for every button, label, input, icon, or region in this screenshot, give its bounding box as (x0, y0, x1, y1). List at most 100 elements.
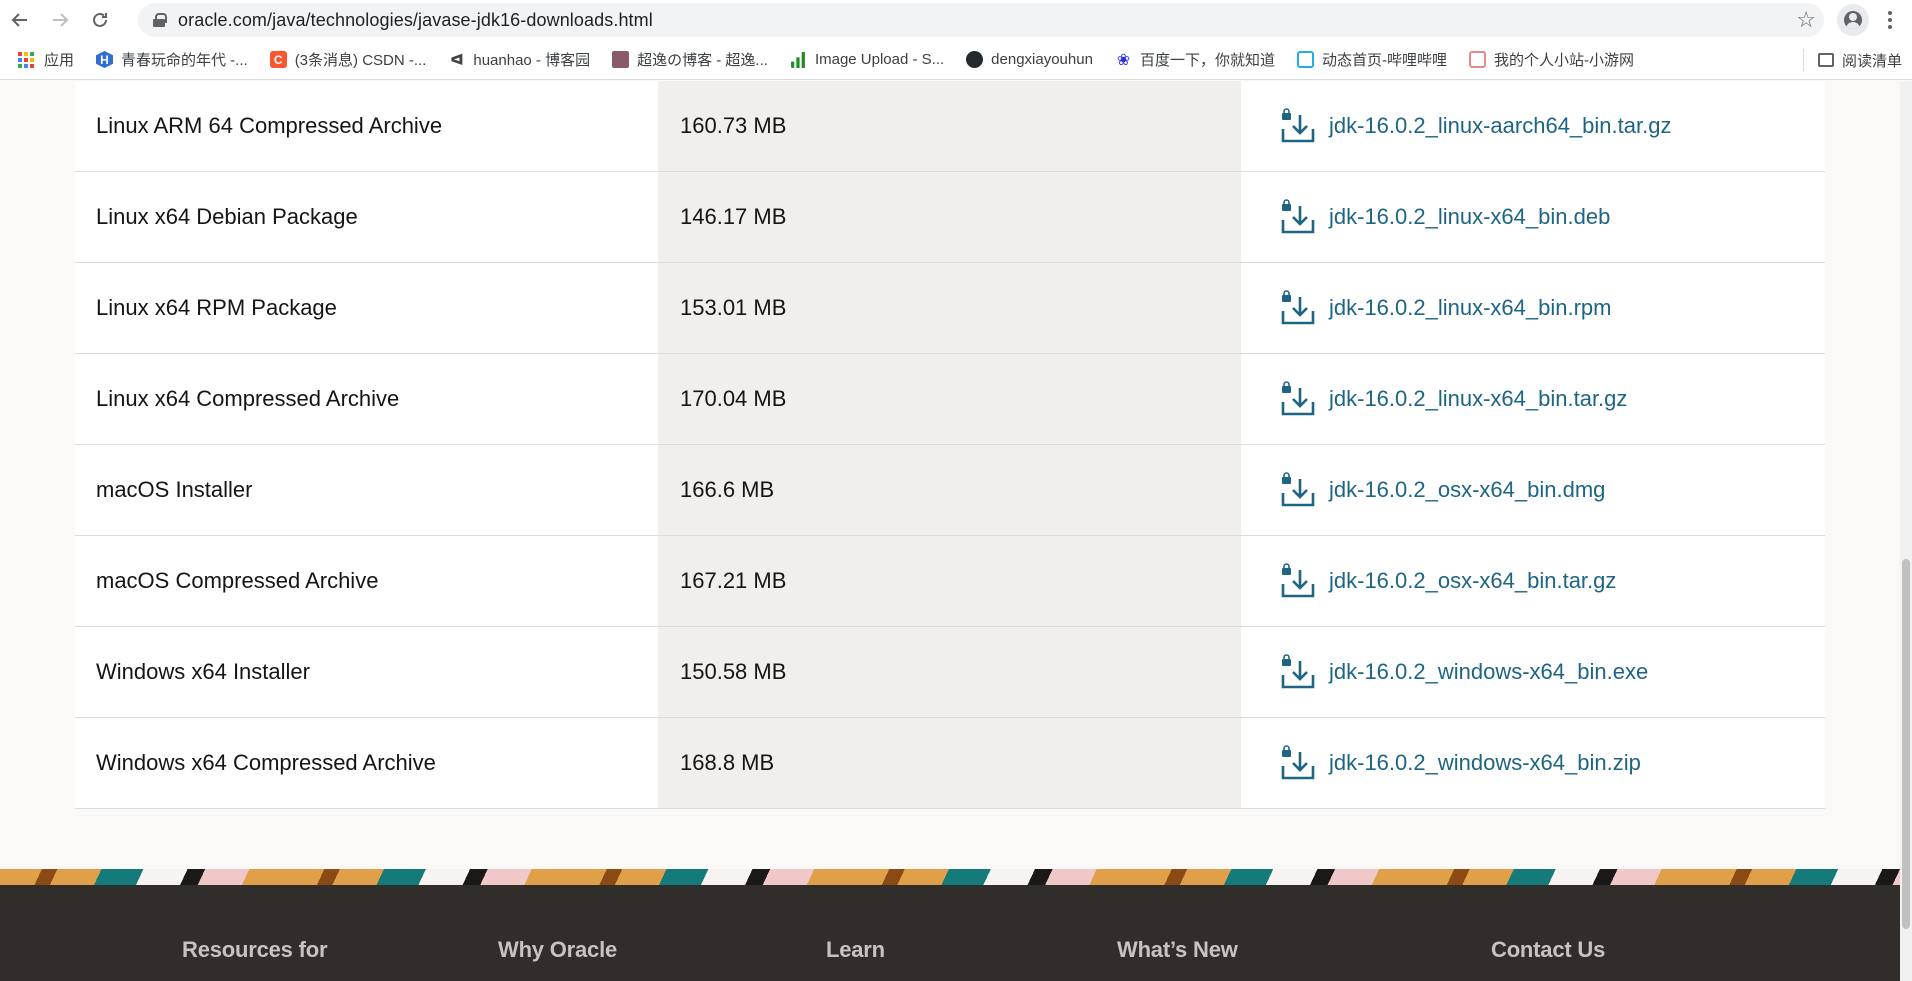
bookmark-item[interactable]: ❀ 百度一下，你就知道 (1115, 49, 1275, 70)
bookmark-label: 我的个人小站-小游网 (1493, 52, 1634, 69)
cnblogs-icon: ᐊ (450, 51, 464, 69)
download-cell: jdk-16.0.2_windows-x64_bin.exe (1241, 627, 1825, 717)
avatar-icon (612, 51, 630, 68)
bookmark-label: 青春玩命的年代 -... (121, 52, 248, 69)
product-name: macOS Compressed Archive (96, 568, 379, 593)
bookmark-item[interactable]: 超逸の博客 - 超逸... (612, 49, 768, 70)
table-row: Windows x64 Compressed Archive 168.8 MB jd… (75, 718, 1825, 809)
download-lock-icon (1281, 472, 1315, 507)
csdn-c-icon: C (269, 51, 287, 68)
download-lock-icon (1281, 199, 1315, 234)
size-cell: 160.73 MB (658, 81, 1241, 171)
file-size: 153.01 MB (680, 295, 787, 320)
downloads-table: Linux ARM 64 Compressed Archive 160.73 MB… (75, 81, 1825, 809)
bookmark-label: huanhao - 博客园 (473, 52, 591, 69)
download-link[interactable]: jdk-16.0.2_linux-aarch64_bin.tar.gz (1329, 113, 1671, 139)
bar-chart-icon (791, 52, 805, 68)
bookmark-item[interactable]: Image Upload - S... (790, 51, 944, 68)
file-size: 166.6 MB (680, 477, 775, 502)
footer-heading-why-oracle[interactable]: Why Oracle (498, 937, 617, 963)
reload-button[interactable] (80, 0, 120, 40)
download-cell: jdk-16.0.2_windows-x64_bin.zip (1241, 718, 1825, 808)
product-name: Linux x64 Compressed Archive (96, 386, 400, 411)
page-scrollbar[interactable] (1900, 81, 1912, 981)
back-button[interactable] (0, 0, 40, 40)
bookmark-label: 应用 (44, 52, 75, 69)
file-size: 170.04 MB (680, 386, 787, 411)
bilibili-tv-icon (1296, 51, 1314, 68)
download-link[interactable]: jdk-16.0.2_linux-x64_bin.rpm (1329, 295, 1612, 321)
size-cell: 170.04 MB (658, 354, 1241, 444)
product-cell: Linux x64 Debian Package (75, 172, 658, 262)
menu-button[interactable] (1880, 6, 1900, 34)
file-size: 167.21 MB (680, 568, 787, 593)
arrow-right-icon (53, 13, 69, 27)
bookmark-item[interactable]: 我的个人小站-小游网 (1468, 49, 1634, 70)
reading-list-icon (1817, 53, 1834, 67)
download-lock-icon (1281, 563, 1315, 598)
arrow-left-icon (11, 13, 27, 27)
size-cell: 168.8 MB (658, 718, 1241, 808)
footer-decorative-pattern (0, 869, 1900, 885)
table-row: Linux x64 Compressed Archive 170.04 MB jdk… (75, 354, 1825, 445)
github-icon (966, 51, 984, 68)
footer-heading-whats-new[interactable]: What’s New (1117, 937, 1238, 963)
table-row: Linux x64 Debian Package 146.17 MB jdk-16.… (75, 172, 1825, 263)
product-cell: Windows x64 Installer (75, 627, 658, 717)
bookmark-label: (3条消息) CSDN -... (294, 52, 427, 69)
reading-list-button[interactable]: 阅读清单 (1802, 40, 1902, 80)
product-cell: Windows x64 Compressed Archive (75, 718, 658, 808)
bookmark-item[interactable]: 动态首页-哔哩哔哩 (1296, 49, 1447, 70)
file-size: 168.8 MB (680, 750, 775, 775)
url-text[interactable]: oracle.com/java/technologies/javase-jdk1… (178, 10, 653, 31)
file-size: 150.58 MB (680, 659, 787, 684)
size-cell: 166.6 MB (658, 445, 1241, 535)
bookmark-item[interactable]: dengxiayouhun (966, 51, 1093, 68)
reload-icon (93, 12, 107, 27)
file-size: 146.17 MB (680, 204, 787, 229)
bookmark-item[interactable]: C (3条消息) CSDN -... (269, 49, 427, 70)
baidu-paw-icon: ❀ (1116, 51, 1131, 69)
profile-button[interactable] (1837, 4, 1869, 36)
size-cell: 150.58 MB (658, 627, 1241, 717)
address-bar[interactable]: oracle.com/java/technologies/javase-jdk1… (138, 3, 1824, 37)
footer-heading-contact-us[interactable]: Contact Us (1491, 937, 1605, 963)
size-cell: 153.01 MB (658, 263, 1241, 353)
table-row: Linux ARM 64 Compressed Archive 160.73 MB… (75, 81, 1825, 172)
download-link[interactable]: jdk-16.0.2_linux-x64_bin.tar.gz (1329, 386, 1627, 412)
dot-icon (1888, 25, 1892, 29)
product-name: macOS Installer (96, 477, 253, 502)
bookmark-label: Image Upload - S... (814, 51, 945, 68)
dot-icon (1888, 18, 1892, 22)
download-link[interactable]: jdk-16.0.2_windows-x64_bin.exe (1329, 659, 1648, 685)
file-size: 160.73 MB (680, 113, 787, 138)
download-cell: jdk-16.0.2_linux-x64_bin.tar.gz (1241, 354, 1825, 444)
download-link[interactable]: jdk-16.0.2_osx-x64_bin.dmg (1329, 477, 1605, 503)
scrollbar-thumb[interactable] (1902, 559, 1910, 929)
bookmark-label: 百度一下，你就知道 (1139, 52, 1275, 69)
person-icon (1844, 11, 1862, 29)
download-cell: jdk-16.0.2_linux-x64_bin.rpm (1241, 263, 1825, 353)
dot-icon (1888, 11, 1892, 15)
download-link[interactable]: jdk-16.0.2_osx-x64_bin.tar.gz (1329, 568, 1616, 594)
download-link[interactable]: jdk-16.0.2_linux-x64_bin.deb (1329, 204, 1610, 230)
table-row: Linux x64 RPM Package 153.01 MB jdk-16.0.2… (75, 263, 1825, 354)
footer-heading-resources[interactable]: Resources for (182, 937, 328, 963)
bookmark-item[interactable]: H 青春玩命的年代 -... (96, 49, 248, 70)
divider (1802, 49, 1804, 71)
download-lock-icon (1281, 745, 1315, 780)
bookmark-label: 动态首页-哔哩哔哩 (1321, 52, 1447, 69)
product-name: Linux x64 RPM Package (96, 295, 337, 320)
bookmark-item[interactable]: ᐊ huanhao - 博客园 (448, 49, 590, 70)
footer-heading-learn[interactable]: Learn (826, 937, 885, 963)
forward-button[interactable] (40, 0, 80, 40)
lock-icon (152, 13, 167, 27)
product-name: Linux ARM 64 Compressed Archive (96, 113, 443, 138)
download-cell: jdk-16.0.2_osx-x64_bin.tar.gz (1241, 536, 1825, 626)
browser-toolbar: oracle.com/java/technologies/javase-jdk1… (0, 0, 1912, 40)
download-lock-icon (1281, 108, 1315, 143)
bookmark-star-icon[interactable]: ☆ (1796, 7, 1816, 33)
download-link[interactable]: jdk-16.0.2_windows-x64_bin.zip (1329, 750, 1641, 776)
product-cell: macOS Installer (75, 445, 658, 535)
bookmark-apps[interactable]: 应用 (18, 49, 74, 70)
